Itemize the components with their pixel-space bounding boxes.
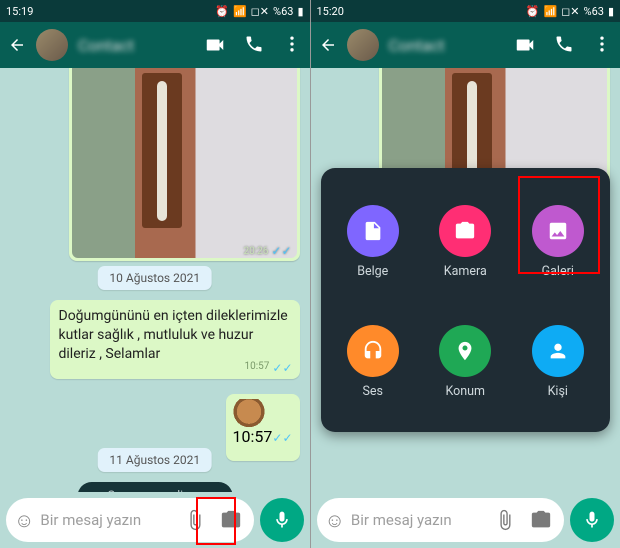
- attach-contact[interactable]: Kişi: [512, 302, 605, 422]
- message-input[interactable]: ☺ Bir mesaj yazın: [6, 498, 254, 542]
- video-call-icon[interactable]: [514, 34, 536, 56]
- status-bar: 15:20 ⏰ 📶 ◻✕ %63 ▮: [311, 0, 620, 22]
- read-ticks-icon: ✓✓: [271, 244, 291, 258]
- emoji-icon[interactable]: ☺: [14, 508, 34, 533]
- attach-label: Belge: [357, 264, 388, 279]
- battery-icon: ▮: [297, 5, 303, 18]
- battery-text: %63: [584, 5, 604, 18]
- avatar[interactable]: [36, 29, 68, 61]
- contact-name[interactable]: Contact: [389, 36, 505, 55]
- read-ticks-icon: ✓✓: [272, 360, 292, 376]
- chat-area: 20:26✓✓ 10 Ağustos 2021 Doğumgününü en i…: [0, 68, 310, 492]
- phone-right: 15:20 ⏰ 📶 ◻✕ %63 ▮ Contact 20:26✓✓: [310, 0, 620, 548]
- missed-call-chip[interactable]: ✕ Cevapsız sesli arama: 20:10: [77, 482, 232, 492]
- attach-label: Ses: [362, 384, 383, 399]
- person-icon: [532, 325, 584, 377]
- input-placeholder: Bir mesaj yazın: [351, 511, 484, 529]
- attach-audio[interactable]: Ses: [327, 302, 420, 422]
- attach-label: Konum: [445, 384, 485, 399]
- message-time: 10:57: [244, 360, 269, 376]
- input-bar: ☺ Bir mesaj yazın: [317, 498, 615, 542]
- headphones-icon: [347, 325, 399, 377]
- message-text: Doğumgününü en içten dileklerimizle kutl…: [59, 308, 288, 362]
- message-input[interactable]: ☺ Bir mesaj yazın: [317, 498, 565, 542]
- attachment-icon[interactable]: [180, 509, 210, 531]
- missed-call-text: Cevapsız sesli arama: 20:10: [107, 488, 220, 492]
- attach-label: Galeri: [542, 264, 574, 279]
- battery-text: %63: [273, 5, 293, 18]
- input-bar: ☺ Bir mesaj yazın: [6, 498, 304, 542]
- camera-icon[interactable]: [216, 509, 246, 531]
- status-bar: 15:19 ⏰ 📶 ◻✕ %63 ▮: [0, 0, 310, 22]
- attach-label: Kamera: [444, 264, 487, 279]
- input-placeholder: Bir mesaj yazın: [40, 511, 173, 529]
- status-time: 15:19: [6, 5, 33, 18]
- more-icon[interactable]: [282, 34, 302, 56]
- phone-left: 15:19 ⏰ 📶 ◻✕ %63 ▮ Contact: [0, 0, 310, 548]
- attach-gallery[interactable]: Galeri: [512, 182, 605, 302]
- voice-call-icon[interactable]: [244, 34, 264, 56]
- camera-icon: [439, 205, 491, 257]
- chat-header: Contact: [311, 22, 620, 68]
- attach-camera[interactable]: Kamera: [419, 182, 512, 302]
- alarm-icon: ⏰: [526, 5, 540, 18]
- thermometer-photo: [72, 68, 297, 258]
- read-ticks-icon: ✓✓: [272, 431, 292, 445]
- attach-document[interactable]: Belge: [327, 182, 420, 302]
- message-time: 20:26: [243, 246, 268, 257]
- contact-name[interactable]: Contact: [78, 36, 194, 55]
- no-sim-icon: ◻✕: [561, 5, 579, 18]
- location-icon: [439, 325, 491, 377]
- no-sim-icon: ◻✕: [251, 5, 269, 18]
- battery-icon: ▮: [608, 5, 614, 18]
- attachment-icon[interactable]: [490, 509, 520, 531]
- emoji-icon[interactable]: ☺: [325, 508, 345, 533]
- document-icon: [347, 205, 399, 257]
- more-icon[interactable]: [592, 34, 612, 56]
- avatar[interactable]: [347, 29, 379, 61]
- mic-button[interactable]: [260, 498, 304, 542]
- alarm-icon: ⏰: [215, 5, 229, 18]
- signal-icon: 📶: [233, 5, 247, 18]
- cake-sticker-icon: [233, 399, 265, 427]
- voice-call-icon[interactable]: [554, 34, 574, 56]
- back-arrow-icon[interactable]: [8, 36, 26, 54]
- attach-location[interactable]: Konum: [419, 302, 512, 422]
- sticker-message[interactable]: 10:57✓✓: [226, 394, 300, 461]
- date-chip: 10 Ağustos 2021: [97, 266, 212, 290]
- status-time: 15:20: [317, 5, 344, 18]
- outgoing-message[interactable]: Doğumgününü en içten dileklerimizle kutl…: [50, 300, 300, 379]
- chat-header: Contact: [0, 22, 310, 68]
- video-call-icon[interactable]: [204, 34, 226, 56]
- mic-button[interactable]: [570, 498, 614, 542]
- date-chip: 11 Ağustos 2021: [97, 448, 212, 472]
- signal-icon: 📶: [543, 5, 557, 18]
- chat-area: 20:26✓✓ 10 Ağustos 2021 Doğumgününü en i…: [311, 68, 620, 492]
- attachment-popup: Belge Kamera Galeri Ses Konum: [321, 168, 611, 432]
- back-arrow-icon[interactable]: [319, 36, 337, 54]
- camera-icon[interactable]: [526, 509, 556, 531]
- attach-label: Kişi: [548, 384, 568, 399]
- gallery-icon: [532, 205, 584, 257]
- image-message[interactable]: 20:26✓✓: [69, 68, 300, 261]
- message-time: 10:57: [233, 427, 273, 446]
